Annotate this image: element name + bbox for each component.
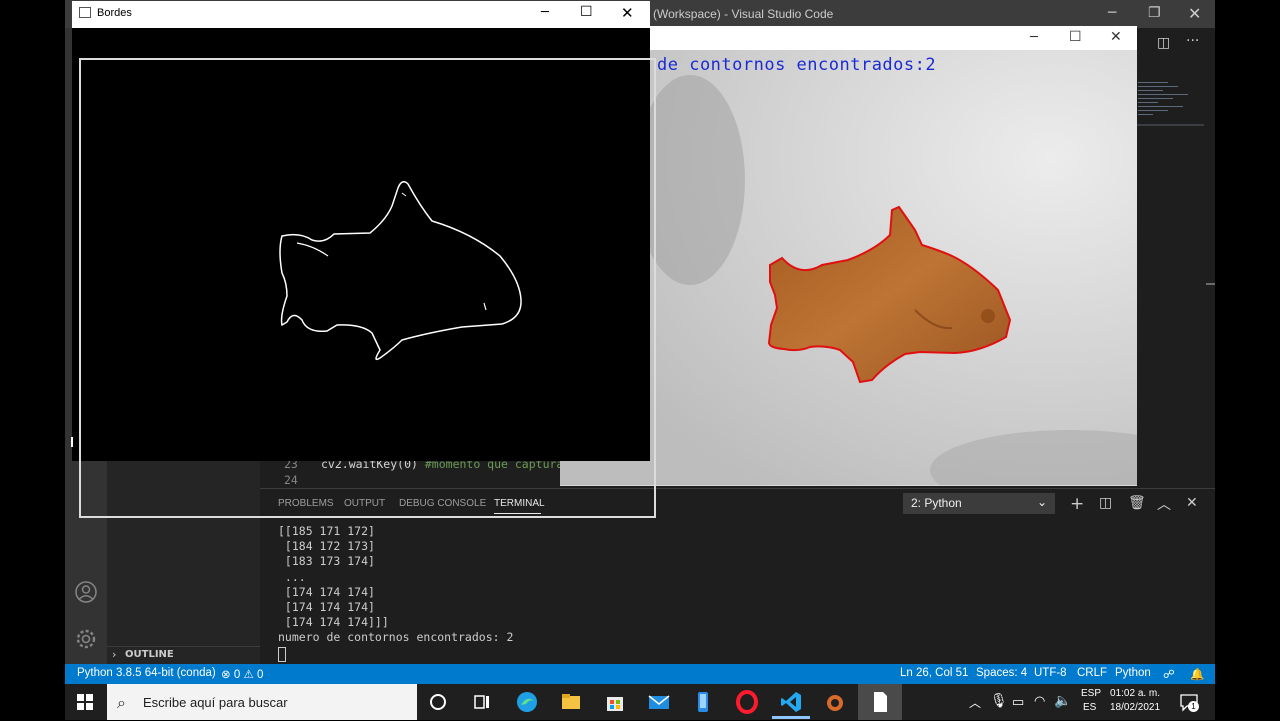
terminal-line: [174 174 174]]] — [278, 615, 389, 630]
chevron-up-icon[interactable]: ︿ — [969, 694, 981, 711]
language-mode[interactable]: Python — [1115, 667, 1151, 679]
input-language[interactable]: ESP ES — [1081, 688, 1101, 713]
wifi-icon[interactable]: ◠ — [1034, 693, 1045, 709]
trash-icon[interactable]: 🗑 — [1128, 495, 1146, 511]
windows-logo-icon[interactable] — [77, 694, 93, 710]
encoding[interactable]: UTF-8 — [1034, 667, 1067, 679]
bordes-minimize-button[interactable]: ─ — [541, 5, 549, 20]
error-count: 0 — [233, 669, 241, 681]
file-explorer-icon[interactable] — [559, 690, 583, 714]
vscode-restore-button[interactable]: ❐ — [1148, 5, 1161, 21]
feedback-icon[interactable]: ☍ — [1163, 667, 1175, 681]
battery-icon[interactable]: ▭ — [1012, 694, 1024, 710]
edge-icon[interactable] — [515, 690, 539, 714]
terminal-output[interactable]: [[185 171 172] [184 172 173] [183 173 17… — [278, 524, 513, 646]
terminal-line: [183 173 174] — [278, 554, 375, 569]
file-icon[interactable] — [868, 690, 892, 714]
terminal-cursor — [278, 647, 286, 662]
task-view-icon[interactable] — [470, 690, 494, 714]
bordes-window-titlebar[interactable] — [72, 1, 650, 28]
vscode-icon[interactable] — [779, 690, 803, 714]
bordes-window-border — [79, 58, 656, 518]
contour-count-overlay: de contornos encontrados:2 — [657, 55, 937, 75]
indentation[interactable]: Spaces: 4 — [976, 667, 1027, 679]
plus-icon[interactable]: + — [1070, 494, 1084, 514]
warning-count: 0 — [256, 669, 264, 681]
notification-badge: 1 — [1188, 701, 1199, 712]
mail-icon[interactable] — [647, 690, 671, 714]
problems-indicator[interactable]: ⊗ 0 ⚠ 0 — [221, 667, 263, 681]
cortana-icon[interactable] — [426, 690, 450, 714]
vscode-close-button[interactable]: ✕ — [1188, 4, 1201, 23]
clock-time: 01:02 a. m. — [1110, 688, 1161, 699]
cursor-position[interactable]: Ln 26, Col 51 — [900, 667, 968, 679]
outline-label: OUTLINE — [125, 649, 174, 660]
bordes-maximize-button[interactable]: ☐ — [580, 4, 593, 20]
terminal-line: ... — [278, 569, 306, 584]
camera-minimize-button[interactable]: ─ — [1030, 30, 1038, 45]
chevron-right-icon: › — [112, 648, 117, 661]
language-code: ESP — [1081, 688, 1102, 699]
chevron-down-icon: ⌄ — [1036, 495, 1047, 509]
terminal-line: numero de contornos encontrados: 2 — [278, 630, 514, 645]
split-terminal-icon[interactable]: ◫ — [1099, 495, 1112, 511]
warning-icon: ⚠ — [243, 669, 254, 681]
volume-icon[interactable]: 🔈 — [1054, 692, 1071, 709]
resize-handle[interactable] — [71, 437, 73, 447]
terminal-selector[interactable]: 2: Python ⌄ — [903, 493, 1055, 514]
account-icon[interactable] — [74, 580, 98, 604]
bordes-window-title: Bordes — [97, 7, 132, 19]
search-placeholder: Escribe aquí para buscar — [143, 695, 288, 710]
keyboard-layout: ES — [1083, 702, 1097, 713]
camera-close-button[interactable]: ✕ — [1110, 29, 1122, 45]
terminal-line: [174 174 174] — [278, 600, 375, 615]
phone-icon[interactable] — [691, 690, 715, 714]
left-margin — [0, 0, 65, 720]
search-icon: ⌕ — [117, 693, 126, 712]
chevron-up-icon[interactable]: ︿ — [1157, 494, 1171, 514]
python-interpreter[interactable]: Python 3.8.5 64-bit (conda) — [77, 667, 216, 679]
error-icon: ⊗ — [221, 669, 231, 681]
close-panel-icon[interactable]: ✕ — [1186, 495, 1198, 511]
microphone-icon[interactable]: 🎙 — [990, 692, 1008, 709]
more-actions-icon[interactable]: ··· — [1186, 33, 1199, 49]
camera-maximize-button[interactable]: ☐ — [1069, 29, 1082, 45]
app-window-icon — [79, 7, 91, 18]
terminal-selector-value: 2: Python — [911, 496, 962, 510]
opera-icon[interactable] — [735, 690, 759, 714]
clock[interactable]: 01:02 a. m. 18/02/2021 — [1110, 688, 1160, 713]
bell-icon[interactable]: 🔔 — [1190, 667, 1204, 681]
clock-date: 18/02/2021 — [1110, 702, 1161, 713]
bordes-close-button[interactable]: ✕ — [621, 4, 634, 22]
store-icon[interactable] — [603, 690, 627, 714]
line-ending[interactable]: CRLF — [1077, 667, 1107, 679]
right-margin — [1215, 0, 1280, 720]
minimap[interactable] — [1136, 60, 1206, 130]
vscode-minimize-button[interactable]: ─ — [1108, 5, 1116, 21]
terminal-line: [[185 171 172] — [278, 524, 375, 538]
terminal-line: [174 174 174] — [278, 584, 375, 599]
active-app-indicator — [772, 716, 810, 719]
vscode-window-title: (Workspace) - Visual Studio Code — [653, 7, 834, 21]
scrollbar-marker[interactable] — [1206, 283, 1215, 285]
split-editor-icon[interactable]: ◫ — [1157, 35, 1170, 51]
anaconda-icon[interactable] — [823, 690, 847, 714]
gear-icon[interactable] — [74, 627, 98, 651]
terminal-line: [184 172 173] — [278, 539, 375, 554]
